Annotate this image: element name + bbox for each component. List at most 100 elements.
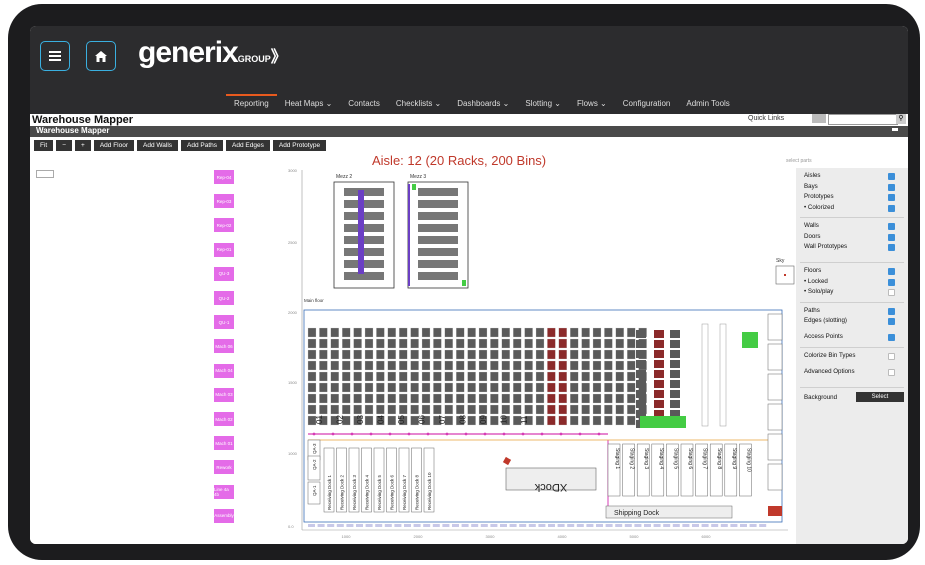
rack-bay[interactable]	[433, 360, 442, 371]
rack-bay[interactable]	[615, 415, 624, 426]
rack-bay[interactable]	[410, 382, 419, 393]
rack-bay[interactable]	[615, 349, 624, 360]
rack-bay[interactable]	[456, 382, 465, 393]
location-button[interactable]: Rework	[214, 460, 234, 475]
rack-bay[interactable]	[501, 327, 510, 338]
rack-bay[interactable]	[399, 338, 408, 349]
rack-bay[interactable]	[501, 393, 510, 404]
rack-bay[interactable]	[456, 338, 465, 349]
rack-bay[interactable]	[670, 360, 680, 368]
rack-bay[interactable]	[467, 371, 476, 382]
option-checkbox[interactable]	[888, 268, 895, 275]
mezz-rack[interactable]	[418, 212, 458, 220]
rack-bay[interactable]	[467, 338, 476, 349]
rack-bay[interactable]	[376, 393, 385, 404]
rack-bay[interactable]	[444, 349, 453, 360]
dock-door[interactable]	[432, 524, 440, 527]
rack-bay[interactable]	[581, 382, 590, 393]
rack-bay[interactable]	[636, 350, 646, 358]
dock-door[interactable]	[471, 524, 479, 527]
rack-bay[interactable]	[558, 404, 567, 415]
rack-bay[interactable]	[524, 349, 533, 360]
option-checkbox[interactable]	[888, 307, 895, 315]
dock-door[interactable]	[308, 524, 315, 527]
rack-bay[interactable]	[342, 393, 351, 404]
rack-bay[interactable]	[478, 349, 488, 360]
rack-bay[interactable]	[535, 327, 545, 338]
rack-bay[interactable]	[353, 371, 362, 382]
rack-bay[interactable]	[501, 360, 510, 371]
rack-bay[interactable]	[558, 415, 567, 426]
rack-bay[interactable]	[387, 327, 396, 338]
toolbar-button-3[interactable]: Add Floor	[93, 140, 135, 151]
rack-bay[interactable]	[353, 382, 362, 393]
dock-door[interactable]	[394, 524, 402, 527]
rack-bay[interactable]	[490, 393, 499, 404]
option-checkbox[interactable]	[888, 244, 895, 251]
rack-bay[interactable]	[501, 382, 510, 393]
rack-bay[interactable]	[604, 404, 613, 415]
dock-door[interactable]	[356, 524, 363, 527]
rack-bay[interactable]	[399, 349, 408, 360]
staging-zone[interactable]	[640, 416, 686, 428]
rack-bay[interactable]	[547, 371, 556, 382]
rack-bay[interactable]	[615, 327, 624, 338]
rack-bay[interactable]	[330, 371, 339, 382]
rack-bay[interactable]	[513, 382, 522, 393]
dock-door[interactable]	[327, 524, 335, 527]
rack-bay[interactable]	[547, 360, 556, 371]
rack-bay[interactable]	[592, 393, 602, 404]
rack-bay[interactable]	[547, 382, 556, 393]
rack-bay[interactable]	[524, 404, 533, 415]
rack-bay[interactable]	[478, 404, 488, 415]
rack-bay[interactable]	[627, 382, 636, 393]
rack-bay[interactable]	[399, 404, 408, 415]
dock-door[interactable]	[461, 524, 469, 527]
rack-bay[interactable]	[478, 360, 488, 371]
rack-bay[interactable]	[570, 371, 579, 382]
rack-bay[interactable]	[524, 338, 533, 349]
nav-item-2[interactable]: Contacts	[340, 94, 388, 114]
toolbar-button-0[interactable]: Fit	[34, 140, 54, 151]
dock-door[interactable]	[500, 524, 507, 527]
rack-bay[interactable]	[513, 371, 522, 382]
rack-bay[interactable]	[535, 338, 545, 349]
rack-bay[interactable]	[547, 338, 556, 349]
rack-bay[interactable]	[490, 338, 499, 349]
rack-bay[interactable]	[353, 360, 362, 371]
rack-bay[interactable]	[670, 340, 680, 348]
rack-bay[interactable]	[627, 349, 636, 360]
mezz-rack[interactable]	[418, 188, 458, 196]
rack-bay[interactable]	[535, 360, 545, 371]
rack-bay[interactable]	[570, 393, 579, 404]
dock-door[interactable]	[692, 524, 699, 527]
access-point[interactable]	[369, 432, 373, 436]
rack-bay[interactable]	[636, 360, 646, 368]
rack-bay[interactable]	[627, 393, 636, 404]
rack-bay[interactable]	[342, 327, 351, 338]
rack-bay[interactable]	[353, 393, 362, 404]
rack-bay[interactable]	[376, 327, 385, 338]
rack-bay[interactable]	[604, 360, 613, 371]
background-select-button[interactable]: Select	[856, 391, 904, 402]
rack-bay[interactable]	[478, 382, 488, 393]
rack-bay[interactable]	[524, 393, 533, 404]
dock-door[interactable]	[701, 524, 709, 527]
dock-door[interactable]	[759, 524, 767, 527]
location-button[interactable]: Line 4a 4b	[214, 484, 234, 499]
rack-bay[interactable]	[558, 360, 567, 371]
dock-door[interactable]	[576, 524, 584, 527]
rack-bay[interactable]	[387, 382, 396, 393]
rack-bay[interactable]	[570, 382, 579, 393]
rack-bay[interactable]	[592, 371, 602, 382]
search-icon[interactable]: ⚲	[896, 114, 906, 124]
option-checkbox[interactable]	[888, 183, 895, 191]
rack-bay[interactable]	[399, 382, 408, 393]
rack-bay[interactable]	[399, 393, 408, 404]
dock-door[interactable]	[644, 524, 651, 527]
option-checkbox[interactable]	[888, 352, 895, 360]
dock-door[interactable]	[404, 524, 411, 527]
rack-bay[interactable]	[387, 393, 396, 404]
dock-door[interactable]	[413, 524, 421, 527]
rack-bay[interactable]	[592, 360, 602, 371]
